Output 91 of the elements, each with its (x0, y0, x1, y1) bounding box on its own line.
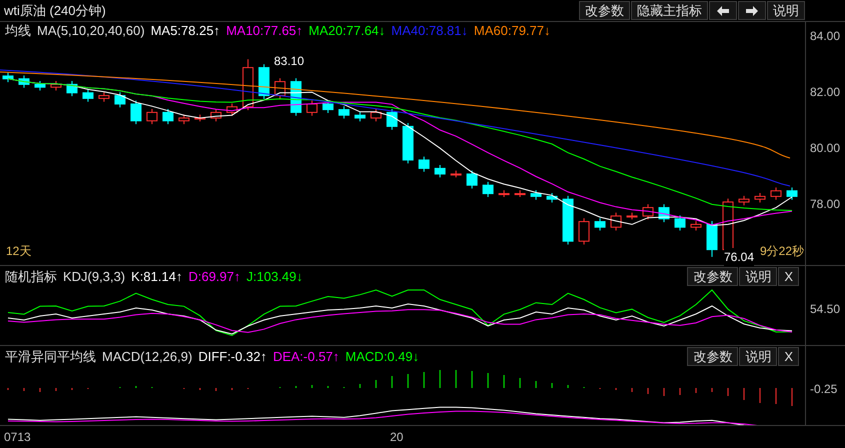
toolbar-button[interactable]: X (778, 267, 799, 286)
toolbar-button[interactable]: 改参数 (579, 1, 630, 20)
candlestick (2, 72, 14, 83)
candlestick (226, 102, 238, 116)
candlestick (434, 164, 446, 178)
candlestick (706, 220, 718, 258)
candlestick (466, 170, 478, 190)
axis-label: 0713 (4, 429, 31, 446)
next-button[interactable] (738, 1, 766, 20)
indicator-value: DIFF:-0.32↑ (198, 348, 267, 366)
axis-label: 78.00 (810, 196, 840, 213)
candlestick (338, 106, 350, 120)
candlestick (770, 186, 782, 200)
low-price-label: 76.04 (724, 248, 754, 266)
indicator-params: KDJ(9,3,3) (63, 268, 126, 286)
right-arrow-icon (746, 6, 758, 16)
indicator-value: J:103.49↓ (246, 268, 303, 286)
candlestick (402, 122, 414, 164)
indicator-params: MA(5,10,20,40,60) (37, 22, 145, 40)
toolbar-button[interactable]: 改参数 (687, 267, 738, 286)
indicator-value: K:81.14↑ (131, 268, 182, 286)
candlestick (674, 214, 686, 232)
indicator-value: D:69.97↑ (188, 268, 241, 286)
candlestick (210, 108, 222, 122)
countdown-label: 9分22秒 (760, 243, 804, 260)
indicator-value: MA10:77.65↑ (226, 22, 303, 40)
candlestick (50, 80, 62, 92)
axis-label: -0.25 (810, 380, 838, 398)
candlestick (690, 220, 702, 232)
axis-label: 80.00 (810, 140, 840, 157)
window-title: wti原油 (240分钟) (3, 2, 106, 20)
candlestick (498, 190, 510, 198)
candlestick (482, 181, 494, 198)
candlestick (322, 100, 334, 114)
candlestick (274, 78, 286, 100)
candlestick (530, 190, 542, 200)
candlestick (354, 111, 366, 122)
high-price-label: 83.10 (274, 53, 304, 70)
candlestick (34, 80, 46, 92)
candlestick (18, 74, 30, 88)
candlestick (66, 80, 78, 97)
candlestick (370, 108, 382, 122)
axis-label: 84.00 (810, 28, 840, 45)
candlestick (754, 192, 766, 204)
candlestick (162, 108, 174, 125)
indicator-name: 平滑异同平均线 (5, 348, 96, 366)
candlestick (642, 204, 654, 220)
indicator-name: 随机指标 (5, 268, 57, 286)
candlestick (738, 195, 750, 206)
indicator-value: MA5:78.25↑ (150, 22, 220, 40)
candlestick (562, 195, 574, 246)
axis-label: 54.50 (810, 300, 842, 318)
candlestick (578, 218, 590, 246)
candlestick (658, 204, 670, 223)
axis-label: 20 (390, 429, 404, 446)
toolbar-button[interactable]: 改参数 (687, 347, 738, 366)
left-arrow-icon (717, 6, 729, 16)
indicator-value: MA60:79.77↓ (474, 22, 550, 40)
candlestick (242, 58, 254, 111)
toolbar-button[interactable]: X (778, 347, 799, 366)
indicator-value: MACD:0.49↓ (345, 348, 420, 366)
candlestick (130, 100, 142, 125)
indicator-name: 均线 (5, 22, 31, 40)
toolbar-button[interactable]: 说明 (739, 267, 778, 286)
toolbar-button[interactable]: 隐藏主指标 (631, 1, 708, 20)
candlestick (146, 108, 158, 125)
candlestick (450, 170, 462, 178)
toolbar-button[interactable]: 说明 (739, 347, 778, 366)
candlestick (98, 92, 110, 102)
candlestick (194, 114, 206, 122)
axis-label: 82.00 (810, 84, 840, 101)
candlestick (114, 92, 126, 108)
candlestick (514, 190, 526, 198)
candlestick (546, 192, 558, 204)
candlestick (258, 64, 270, 100)
indicator-value: MA40:78.81↓ (391, 22, 468, 40)
period-label: 12天 (6, 243, 32, 260)
indicator-value: DEA:-0.57↑ (272, 348, 340, 366)
indicator-params: MACD(12,26,9) (102, 348, 192, 366)
candlestick (786, 186, 798, 200)
indicator-value: MA20:77.64↓ (308, 22, 386, 40)
candlestick (594, 218, 606, 232)
candlestick (178, 114, 190, 125)
toolbar-button[interactable]: 说明 (767, 1, 805, 20)
candlestick (626, 212, 638, 220)
candlestick (306, 100, 318, 116)
candlestick (82, 88, 94, 102)
candlestick (610, 212, 622, 232)
previous-button[interactable] (709, 1, 737, 20)
candlestick (418, 156, 430, 172)
candlestick (386, 108, 398, 130)
